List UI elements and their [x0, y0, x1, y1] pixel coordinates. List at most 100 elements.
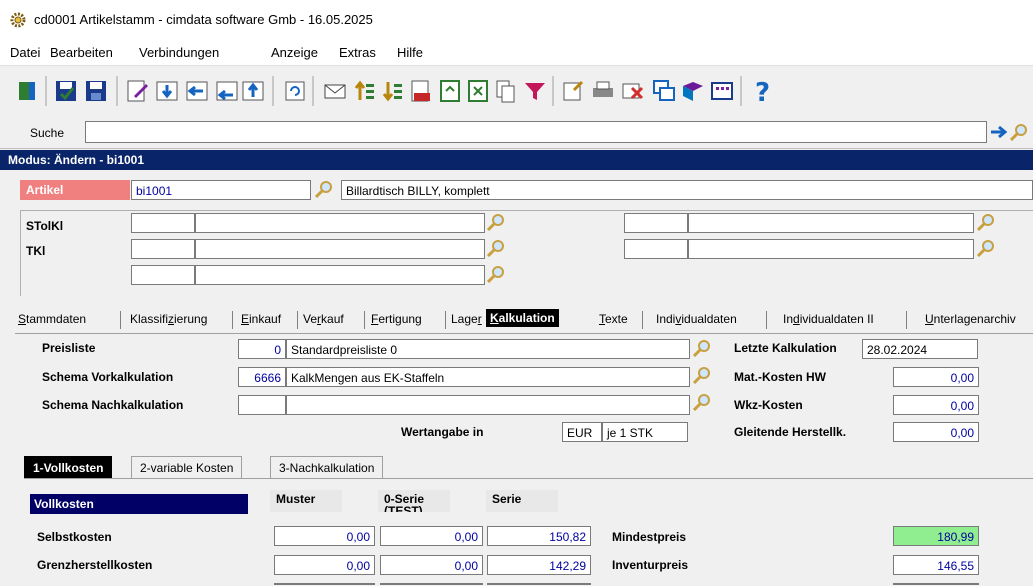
nachkalkulation-name[interactable] — [286, 395, 690, 415]
vorkalkulation-number[interactable]: 6666 — [238, 367, 286, 387]
wkz-kosten-label: Wkz-Kosten — [734, 398, 803, 412]
calculator-icon[interactable] — [709, 78, 735, 104]
tab-klassifizierung[interactable]: Klassifizierung — [130, 312, 207, 326]
tkl-label: TKl — [26, 244, 46, 258]
tab-texte[interactable]: Texte — [599, 312, 628, 326]
book-icon[interactable] — [680, 78, 706, 104]
stolkl-search-icon[interactable] — [487, 213, 505, 231]
tkl-code-1[interactable] — [131, 239, 195, 259]
help-icon[interactable]: ? — [750, 78, 776, 104]
artikel-number-input[interactable]: bi1001 — [131, 180, 311, 200]
delete-icon[interactable] — [620, 78, 646, 104]
stolkl2-search-icon[interactable] — [977, 213, 995, 231]
properties-icon[interactable] — [560, 78, 586, 104]
stolkl-desc-2[interactable] — [688, 213, 974, 233]
stolkl-code-1[interactable] — [131, 213, 195, 233]
artikel-search-icon[interactable] — [315, 180, 333, 198]
mail-icon[interactable] — [322, 78, 348, 104]
back-up-icon[interactable] — [214, 78, 240, 104]
letzte-kalkulation-value: 28.02.2024 — [862, 339, 978, 359]
tab-einkauf[interactable]: Einkauf — [241, 312, 281, 326]
back-icon[interactable] — [184, 78, 210, 104]
save-icon[interactable] — [83, 78, 109, 104]
tkl-code-2[interactable] — [624, 239, 688, 259]
tab-separator — [766, 311, 767, 329]
tkl-desc-1[interactable] — [195, 239, 485, 259]
next-icon[interactable] — [154, 78, 180, 104]
extra-desc[interactable] — [195, 265, 485, 285]
selbstkosten-serie[interactable]: 150,82 — [487, 526, 591, 546]
inventurpreis-value[interactable]: 146,55 — [893, 555, 979, 575]
mindestpreis-value[interactable]: 180,99 — [893, 526, 979, 546]
search-input[interactable] — [85, 121, 987, 143]
grenzherstellkosten-nullserie[interactable]: 0,00 — [380, 555, 483, 575]
toolbar-separator — [312, 76, 314, 106]
tab-individualdaten[interactable]: Individualdaten — [656, 312, 737, 326]
artikel-description-field[interactable]: Billardtisch BILLY, komplett — [341, 180, 1033, 200]
sort-desc-icon[interactable] — [380, 78, 406, 104]
numpad-icon[interactable] — [408, 78, 434, 104]
main-tabs: Stammdaten Klassifizierung Einkauf Verka… — [0, 305, 1033, 333]
mindestpreis-label: Mindestpreis — [612, 530, 687, 544]
menu-verbindungen[interactable]: Verbindungen — [139, 45, 219, 60]
vorkalkulation-search-icon[interactable] — [693, 366, 711, 384]
selbstkosten-muster[interactable]: 0,00 — [274, 526, 375, 546]
tab-fertigung[interactable]: Fertigung — [371, 312, 422, 326]
subtab-variable-kosten[interactable]: 2-variable Kosten — [131, 456, 243, 478]
up-icon[interactable] — [240, 78, 266, 104]
excel-icon[interactable] — [465, 78, 491, 104]
preisliste-name[interactable]: Standardpreisliste 0 — [286, 339, 690, 359]
search-bar: Suche — [0, 116, 1033, 149]
stolkl-code-2[interactable] — [624, 213, 688, 233]
print-icon[interactable] — [590, 78, 616, 104]
windows-icon[interactable] — [651, 78, 677, 104]
subtab-vollkosten[interactable]: 1-Vollkosten — [24, 456, 113, 478]
sort-asc-icon[interactable] — [352, 78, 378, 104]
vorkalkulation-name[interactable]: KalkMengen aus EK-Staffeln — [286, 367, 690, 387]
menu-bearbeiten[interactable]: Bearbeiten — [50, 45, 113, 60]
title-bar: cd0001 Artikelstamm - cimdata software G… — [0, 0, 1033, 41]
subtab-nachkalkulation[interactable]: 3-Nachkalkulation — [270, 456, 384, 478]
magnifier-icon[interactable] — [1010, 123, 1028, 141]
tkl-search-icon[interactable] — [487, 239, 505, 257]
edit-icon[interactable] — [124, 78, 150, 104]
grenzherstellkosten-label: Grenzherstellkosten — [37, 558, 153, 572]
menu-datei[interactable]: Datei — [10, 45, 40, 60]
tab-separator — [445, 311, 446, 329]
exit-icon[interactable] — [15, 78, 41, 104]
export-icon[interactable] — [437, 78, 463, 104]
stolkl-desc-1[interactable] — [195, 213, 485, 233]
tkl2-search-icon[interactable] — [977, 239, 995, 257]
tkl-desc-2[interactable] — [688, 239, 974, 259]
tab-individualdaten-ii[interactable]: Individualdaten II — [783, 312, 874, 326]
app-gear-icon[interactable] — [10, 12, 26, 28]
grenzherstellkosten-muster[interactable]: 0,00 — [274, 555, 375, 575]
tab-lager[interactable]: Lager — [451, 312, 482, 326]
extra-search-icon[interactable] — [487, 265, 505, 283]
menu-extras[interactable]: Extras — [339, 45, 376, 60]
tab-kalkulation[interactable]: Kalkulation — [486, 309, 559, 327]
tab-verkauf[interactable]: Verkauf — [303, 312, 344, 326]
tab-stammdaten[interactable]: Stammdaten — [18, 312, 86, 326]
selbstkosten-nullserie[interactable]: 0,00 — [380, 526, 483, 546]
tab-separator — [232, 311, 233, 329]
nachkalkulation-search-icon[interactable] — [693, 393, 711, 411]
tab-separator — [364, 311, 365, 329]
save-close-icon[interactable] — [53, 78, 79, 104]
tab-separator — [120, 311, 121, 329]
menu-hilfe[interactable]: Hilfe — [397, 45, 423, 60]
preisliste-number[interactable]: 0 — [238, 339, 286, 359]
arrow-right-icon[interactable] — [990, 124, 1008, 140]
filter-icon[interactable] — [522, 78, 548, 104]
tab-unterlagenarchiv[interactable]: Unterlagenarchiv — [925, 312, 1016, 326]
copy-icon[interactable] — [493, 78, 519, 104]
toolbar-separator — [552, 76, 554, 106]
grenzherstellkosten-serie[interactable]: 142,29 — [487, 555, 591, 575]
nachkalkulation-number[interactable] — [238, 395, 286, 415]
preisliste-search-icon[interactable] — [693, 339, 711, 357]
refresh-icon[interactable] — [282, 78, 308, 104]
tab-separator — [297, 311, 298, 329]
menu-anzeige[interactable]: Anzeige — [271, 45, 318, 60]
extra-code[interactable] — [131, 265, 195, 285]
stolkl-label: STolKl — [26, 219, 64, 233]
